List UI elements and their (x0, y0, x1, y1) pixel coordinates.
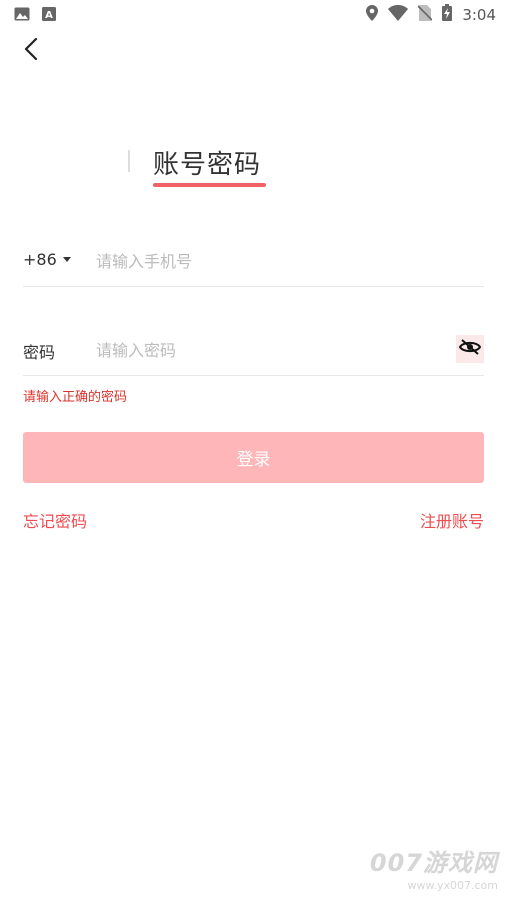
status-bar-right: 3:04 (366, 4, 496, 25)
register-account-link[interactable]: 注册账号 (420, 508, 484, 532)
tab-active-indicator (153, 183, 266, 187)
watermark: 007游戏网 www.yx007.com (370, 843, 498, 892)
login-button[interactable]: 登录 (23, 432, 484, 483)
forgot-password-link[interactable]: 忘记密码 (23, 508, 87, 532)
chevron-left-icon (24, 37, 38, 64)
country-code-selector[interactable]: +86 (23, 250, 71, 269)
svg-text:A: A (45, 10, 53, 21)
password-visibility-toggle[interactable] (456, 335, 484, 363)
a-box-icon: A (42, 6, 56, 25)
phone-input[interactable] (96, 249, 456, 273)
battery-charging-icon (442, 4, 453, 25)
password-row: 密码 (23, 328, 484, 376)
login-page: A 3:04 账号密码 +86 请输入手机号 密码 请输入正确的密码 登录 忘记… (0, 0, 506, 900)
password-label: 密码 (23, 343, 56, 362)
status-bar-left: A (14, 6, 56, 25)
status-bar: A 3:04 (0, 0, 506, 30)
back-button[interactable] (18, 37, 44, 64)
eye-off-icon (458, 339, 482, 359)
tab-divider (128, 150, 130, 172)
caret-down-icon (62, 257, 71, 262)
wifi-icon (388, 4, 409, 25)
country-code-label: +86 (23, 250, 57, 269)
no-sim-icon (417, 4, 433, 25)
password-input[interactable] (96, 338, 436, 362)
password-error-message: 请输入正确的密码 (23, 390, 128, 405)
tab-account-password[interactable]: 账号密码 (153, 144, 261, 181)
location-icon (366, 4, 379, 25)
image-icon (14, 6, 30, 25)
watermark-brand: 007游戏网 (369, 849, 498, 877)
watermark-url: www.yx007.com (407, 879, 498, 892)
status-time: 3:04 (462, 5, 496, 24)
phone-row: +86 (23, 240, 484, 287)
